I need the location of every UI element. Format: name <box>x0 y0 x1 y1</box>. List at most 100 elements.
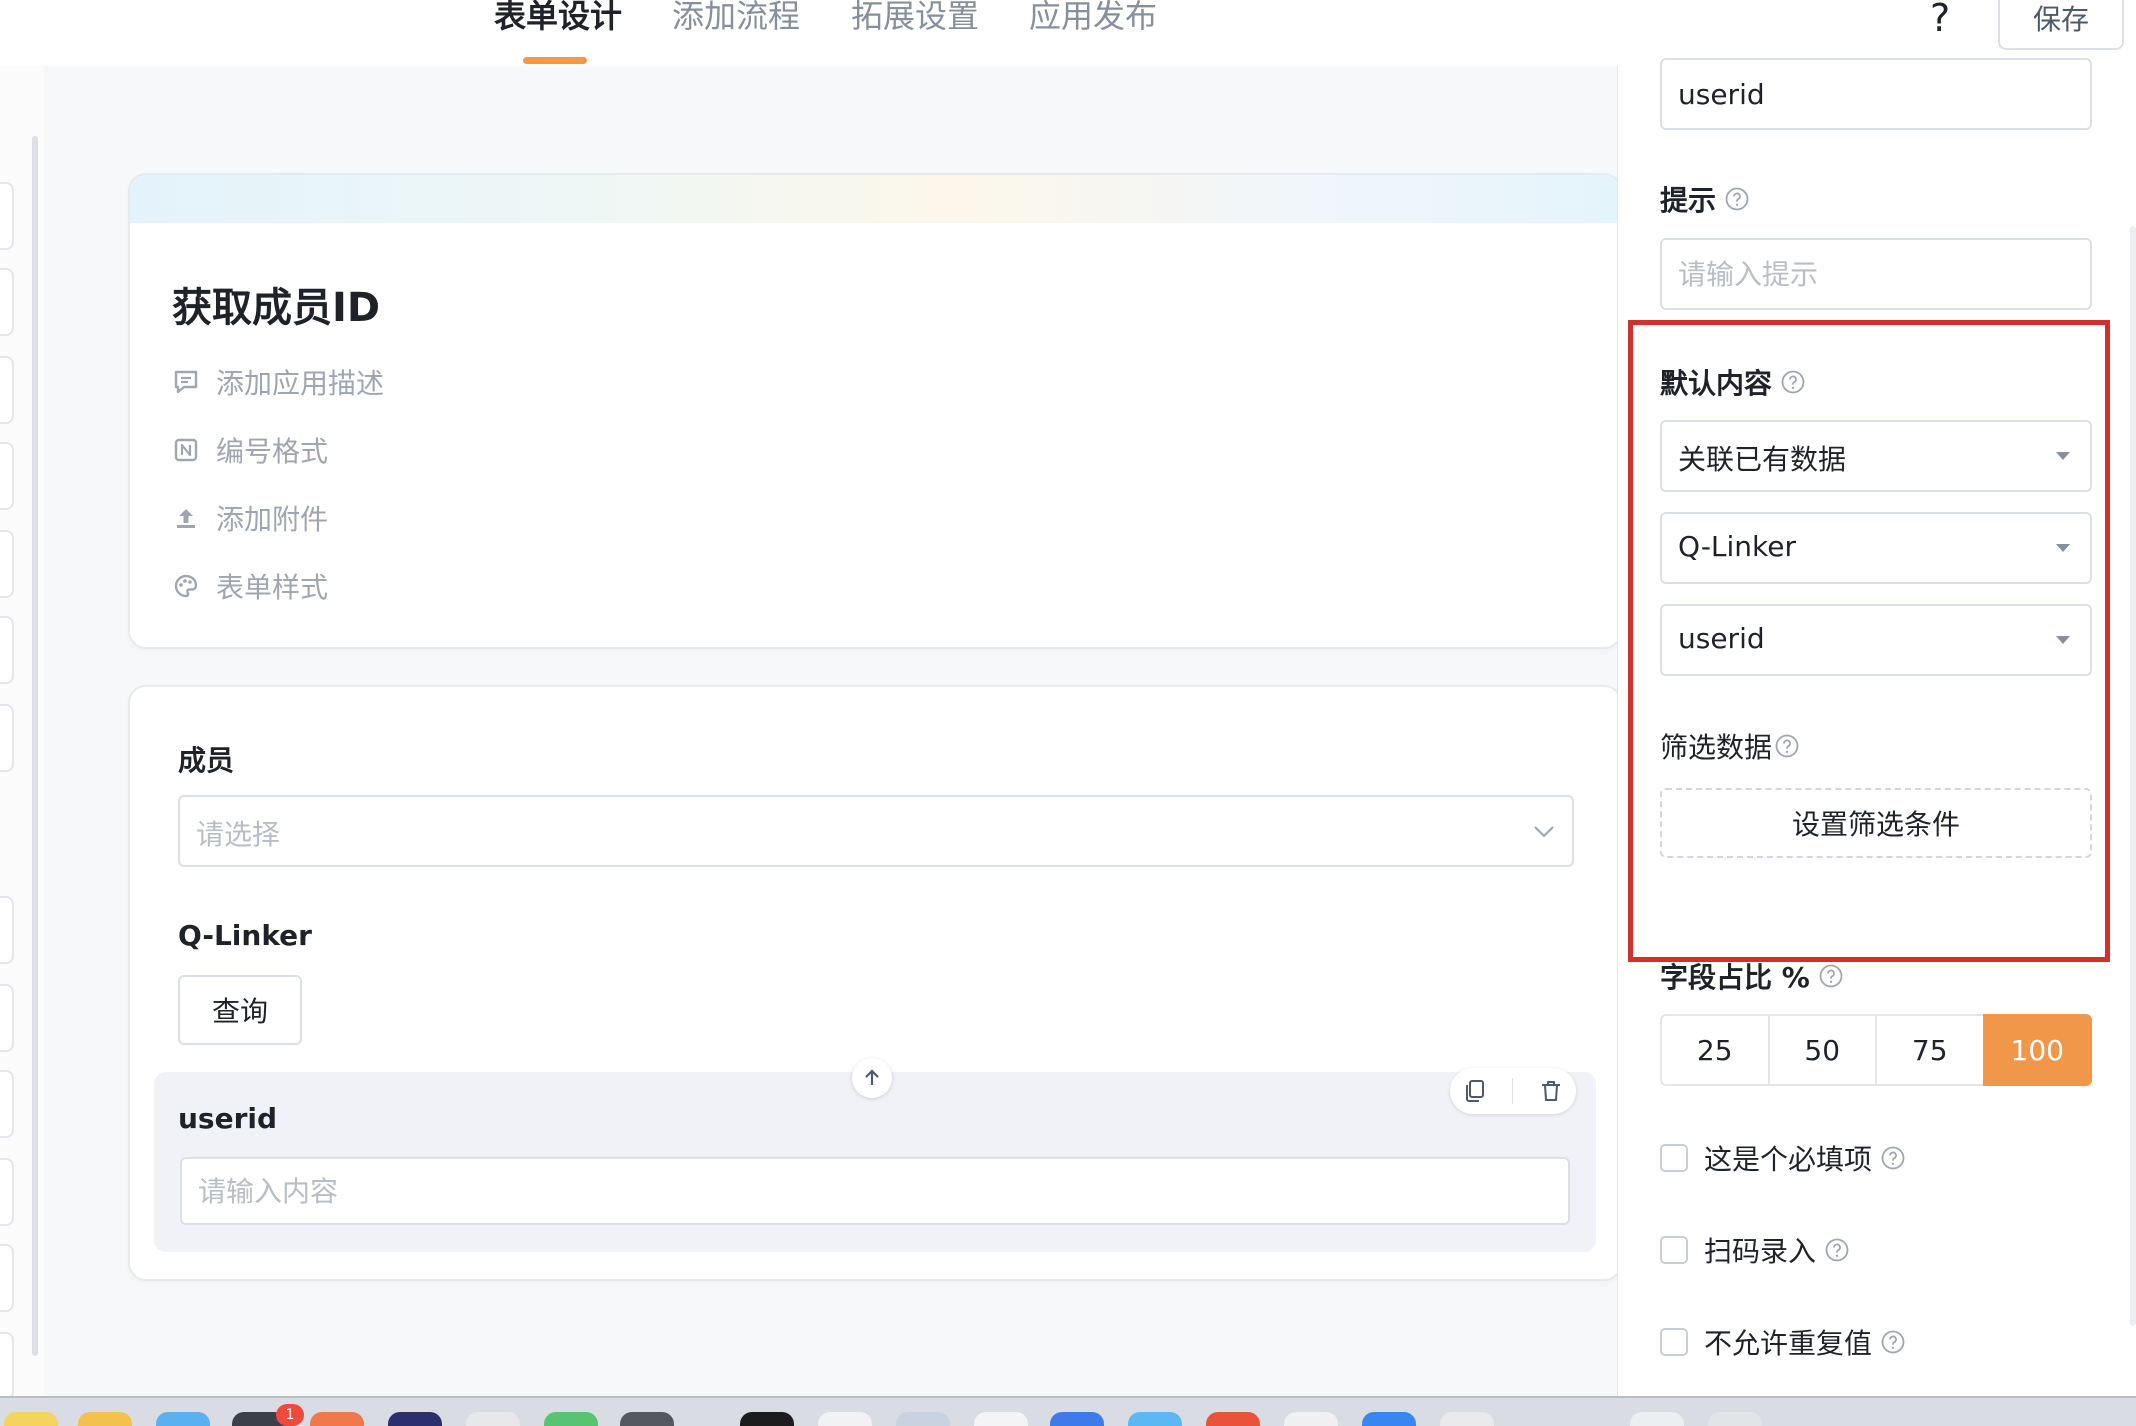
field-title-input[interactable] <box>1660 58 2092 130</box>
member-select-placeholder: 请选择 <box>196 818 281 851</box>
ratio-option-75[interactable]: 75 <box>1875 1014 1985 1086</box>
selected-field-userid[interactable]: userid <box>154 1058 1596 1252</box>
userid-field-label: userid <box>178 1102 278 1135</box>
qlinker-field-label: Q-Linker <box>178 919 312 952</box>
rail-item[interactable] <box>0 356 14 424</box>
move-field-up-button[interactable] <box>852 1058 892 1098</box>
filter-data-label: 筛选数据 <box>1660 726 1800 766</box>
form-canvas: 获取成员ID 添加应用描述 编号格式 添加附件 表单样式 成员 请选择 Q-Li… <box>44 66 1622 1396</box>
field-properties-panel: 提示 默认内容 关联已有数据 Q-Linker userid 筛选数据 设置筛选… <box>1617 58 2136 1396</box>
default-content-label: 默认内容 <box>1660 362 1806 402</box>
action-divider <box>1512 1078 1514 1104</box>
trash-icon[interactable] <box>1538 1078 1564 1104</box>
member-select[interactable]: 请选择 <box>178 795 1574 867</box>
notification-badge: 1 <box>276 1404 304 1426</box>
hint-label: 提示 <box>1660 179 1750 219</box>
panel-scrollbar[interactable] <box>2130 226 2136 1326</box>
question-circle-icon[interactable] <box>1724 186 1750 212</box>
field-action-bar <box>1450 1068 1576 1114</box>
rail-item[interactable] <box>0 1070 14 1138</box>
default-content-label-text: 默认内容 <box>1660 367 1773 400</box>
dock-strip: 1 <box>0 1396 2136 1426</box>
comment-icon <box>172 368 200 396</box>
rail-item[interactable] <box>0 984 14 1052</box>
form-title[interactable]: 获取成员ID <box>172 275 380 333</box>
select-value: Q-Linker <box>1678 530 1797 563</box>
question-circle-icon[interactable] <box>1780 369 1806 395</box>
select-value: 关联已有数据 <box>1678 443 1847 476</box>
ratio-option-25[interactable]: 25 <box>1660 1014 1770 1086</box>
default-field-select[interactable]: userid <box>1660 604 2092 676</box>
question-circle-icon[interactable] <box>1774 733 1800 759</box>
question-circle-icon[interactable] <box>1880 1329 1906 1355</box>
upload-icon <box>172 504 200 532</box>
rail-item[interactable] <box>0 182 14 250</box>
add-attachment-link[interactable]: 添加附件 <box>172 498 328 538</box>
question-circle-icon[interactable] <box>1824 1237 1850 1263</box>
ratio-option-100[interactable]: 100 <box>1982 1014 2092 1086</box>
active-tab-indicator <box>523 57 587 64</box>
caret-down-icon <box>2056 452 2070 460</box>
meta-label: 添加应用描述 <box>216 367 385 400</box>
number-format-link[interactable]: 编号格式 <box>172 430 328 470</box>
required-checkbox[interactable] <box>1660 1144 1688 1172</box>
tab-add-flow[interactable]: 添加流程 <box>672 0 800 62</box>
rail-item[interactable] <box>0 1332 14 1400</box>
userid-input[interactable] <box>180 1157 1570 1225</box>
form-body-card: 成员 请选择 Q-Linker 查询 userid 请输入内容 <box>128 685 1622 1281</box>
meta-label: 编号格式 <box>216 435 329 468</box>
copy-icon[interactable] <box>1462 1078 1488 1104</box>
meta-label: 添加附件 <box>216 503 329 536</box>
set-filter-button[interactable]: 设置筛选条件 <box>1660 788 2092 858</box>
default-source-select[interactable]: 关联已有数据 <box>1660 420 2092 492</box>
checkbox-label: 扫码录入 <box>1704 1235 1817 1268</box>
field-ratio-group: 25 50 75 100 <box>1660 1014 2092 1086</box>
ratio-option-50[interactable]: 50 <box>1767 1014 1877 1086</box>
question-circle-icon[interactable] <box>1880 1145 1906 1171</box>
required-checkbox-row: 这是个必填项 <box>1660 1138 1906 1178</box>
rail-item[interactable] <box>0 616 14 684</box>
tab-extension-settings[interactable]: 拓展设置 <box>851 0 979 62</box>
form-style-link[interactable]: 表单样式 <box>172 566 328 606</box>
checkbox-label: 不允许重复值 <box>1704 1327 1873 1360</box>
hint-label-text: 提示 <box>1660 184 1717 217</box>
rail-item[interactable] <box>0 896 14 964</box>
add-description-link[interactable]: 添加应用描述 <box>172 362 384 402</box>
default-app-select[interactable]: Q-Linker <box>1660 512 2092 584</box>
help-icon[interactable]: ? <box>1930 0 1950 37</box>
save-button[interactable]: 保存 <box>1998 0 2124 50</box>
select-value: userid <box>1678 622 1765 655</box>
rail-item[interactable] <box>0 442 14 510</box>
query-button[interactable]: 查询 <box>178 975 302 1045</box>
field-ratio-label-text: 字段占比 % <box>1660 961 1810 994</box>
rail-item[interactable] <box>0 1244 14 1312</box>
checkbox-label: 这是个必填项 <box>1704 1143 1873 1176</box>
canvas-scrollbar[interactable] <box>32 136 38 1356</box>
no-duplicate-checkbox[interactable] <box>1660 1328 1688 1356</box>
no-duplicate-checkbox-row: 不允许重复值 <box>1660 1322 1906 1362</box>
left-rail <box>0 66 45 1400</box>
top-bar: 表单设计 添加流程 拓展设置 应用发布 ? 保存 <box>0 0 2136 67</box>
question-circle-icon[interactable] <box>1818 963 1844 989</box>
scan-input-checkbox[interactable] <box>1660 1236 1688 1264</box>
arrow-up-icon <box>861 1067 883 1089</box>
rail-item[interactable] <box>0 704 14 772</box>
form-header-card: 获取成员ID 添加应用描述 编号格式 添加附件 表单样式 <box>128 173 1622 649</box>
member-field-label: 成员 <box>178 744 235 777</box>
palette-icon <box>172 572 200 600</box>
chevron-down-icon <box>1530 817 1558 845</box>
filter-data-label-text: 筛选数据 <box>1660 731 1773 764</box>
hint-input[interactable] <box>1660 238 2092 310</box>
header-banner <box>130 175 1620 223</box>
number-format-icon <box>172 436 200 464</box>
rail-item[interactable] <box>0 1158 14 1226</box>
scan-input-checkbox-row: 扫码录入 <box>1660 1230 1850 1270</box>
meta-label: 表单样式 <box>216 571 329 604</box>
caret-down-icon <box>2056 636 2070 644</box>
rail-item[interactable] <box>0 268 14 336</box>
caret-down-icon <box>2056 544 2070 552</box>
rail-item[interactable] <box>0 530 14 598</box>
tab-app-publish[interactable]: 应用发布 <box>1029 0 1157 62</box>
tab-form-design[interactable]: 表单设计 <box>494 0 622 62</box>
field-ratio-label: 字段占比 % <box>1660 956 1844 996</box>
